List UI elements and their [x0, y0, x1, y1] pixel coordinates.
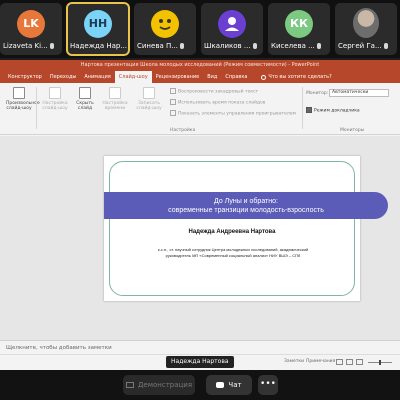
smiley-icon: [159, 19, 171, 30]
presenter-view-checkbox[interactable]: Режим докладчика: [306, 107, 360, 114]
participant-name: Синева П...: [137, 42, 178, 50]
slide-author: Надежда Андреевна Нартова: [188, 229, 276, 235]
avatar: НН: [84, 10, 112, 38]
slide-canvas: До Луны и обратно: современные транзиции…: [0, 136, 400, 340]
monitors-group-label: Мониторы: [340, 128, 365, 133]
reading-view-icon[interactable]: [356, 359, 363, 365]
tell-me-box[interactable]: Что вы хотите сделать?: [261, 74, 332, 80]
tab-slideshow[interactable]: Слайд-шоу: [114, 71, 152, 83]
mic-muted-icon: [316, 43, 321, 49]
call-controls: Демонстрация Чат •••: [0, 370, 400, 400]
timer-icon: [109, 87, 121, 99]
slide[interactable]: До Луны и обратно: современные транзиции…: [104, 156, 388, 301]
mic-muted-icon: [179, 43, 184, 49]
play-narrations-checkbox[interactable]: Воспроизвести закадровый текст: [170, 88, 258, 95]
monitor-select[interactable]: Автоматически: [329, 89, 389, 97]
lightbulb-icon: [261, 74, 267, 80]
participant-name: Надежда Нар...: [70, 42, 127, 50]
setup-group-label: Настройка: [170, 128, 196, 133]
slide-affiliation: к.с.н., ст. научный сотрудник Центра мол…: [157, 247, 309, 258]
ppt-title-bar: Нартова презентация Школа молодых исслед…: [0, 60, 400, 71]
record-icon: [143, 87, 155, 99]
participant-tile[interactable]: Сергей Га...: [335, 3, 397, 55]
comments-toggle[interactable]: Примечания: [306, 359, 335, 364]
slideshow-icon: [13, 87, 25, 99]
avatar: [151, 10, 179, 38]
tab-help[interactable]: Справка: [221, 71, 251, 83]
mic-muted-icon: [252, 43, 257, 49]
participant-name: Lizaveta Ki...: [3, 42, 48, 50]
speaker-label: Надежда Нартова: [166, 356, 234, 368]
notes-pane[interactable]: Щелкните, чтобы добавить заметки: [0, 340, 400, 354]
rehearse-timings-button[interactable]: Настройка времени: [102, 87, 128, 111]
participant-tile[interactable]: КК Киселева ...: [268, 3, 330, 55]
mic-muted-icon: [49, 43, 54, 49]
participant-tile[interactable]: Шкаликов ...: [201, 3, 263, 55]
user-icon: [225, 17, 239, 31]
setup-icon: [49, 87, 61, 99]
slide-title-bar: До Луны и обратно: современные транзиции…: [104, 192, 388, 219]
participant-name: Шкаликов ...: [204, 42, 251, 50]
chat-button[interactable]: Чат: [206, 375, 252, 395]
normal-view-icon[interactable]: [336, 359, 343, 365]
use-timings-checkbox[interactable]: Использовать время показа слайдов: [170, 99, 265, 106]
status-bar: Надежда Нартова Заметки Примечания: [0, 354, 400, 370]
screen-share-icon: [125, 382, 134, 388]
participant-name: Киселева ...: [271, 42, 315, 50]
show-media-controls-checkbox[interactable]: Показать элементы управления проигрывате…: [170, 110, 296, 117]
tab-view[interactable]: Вид: [203, 71, 221, 83]
tab-design[interactable]: Конструктор: [4, 71, 46, 83]
mic-muted-icon: [383, 43, 388, 49]
slide-sorter-icon[interactable]: [346, 359, 353, 365]
monitor-label: Монитор:: [306, 91, 329, 96]
more-button[interactable]: •••: [258, 375, 278, 395]
avatar: КК: [285, 10, 313, 38]
record-slideshow-button[interactable]: Записать слайд-шоу: [136, 87, 162, 111]
slide-title-line2: современные транзиции молодость-взрослос…: [168, 207, 324, 214]
setup-slideshow-button[interactable]: Настройка слайд-шоу: [42, 87, 68, 111]
shared-screen: Нартова презентация Школа молодых исслед…: [0, 60, 400, 370]
tab-review[interactable]: Рецензирование: [152, 71, 204, 83]
avatar: LK: [17, 10, 45, 38]
hide-slide-icon: [79, 87, 91, 99]
notes-toggle[interactable]: Заметки: [284, 359, 304, 364]
ribbon: Произвольное слайд-шоу Настройка слайд-ш…: [0, 83, 400, 135]
participant-tile[interactable]: Синева П...: [134, 3, 196, 55]
participant-tile[interactable]: LK Lizaveta Ki...: [0, 3, 62, 55]
tab-animations[interactable]: Анимация: [80, 71, 114, 83]
avatar: [218, 10, 246, 38]
zoom-slider[interactable]: [368, 360, 392, 365]
video-call-window: LK Lizaveta Ki... НН Надежда Нар... Сине…: [0, 0, 400, 400]
participant-tile-active[interactable]: НН Надежда Нар...: [66, 2, 130, 56]
tab-transitions[interactable]: Переходы: [46, 71, 81, 83]
slide-title-line1: До Луны и обратно:: [214, 198, 278, 205]
chat-icon: [216, 382, 225, 388]
custom-slideshow-button[interactable]: Произвольное слайд-шоу: [6, 87, 40, 111]
avatar-photo: [353, 8, 379, 38]
participant-strip: LK Lizaveta Ki... НН Надежда Нар... Сине…: [0, 0, 400, 58]
ribbon-tabs: Конструктор Переходы Анимация Слайд-шоу …: [0, 71, 400, 83]
hide-slide-button[interactable]: Скрыть слайд: [72, 87, 98, 111]
participant-name: Сергей Га...: [338, 42, 382, 50]
screen-share-button[interactable]: Демонстрация: [123, 375, 195, 395]
